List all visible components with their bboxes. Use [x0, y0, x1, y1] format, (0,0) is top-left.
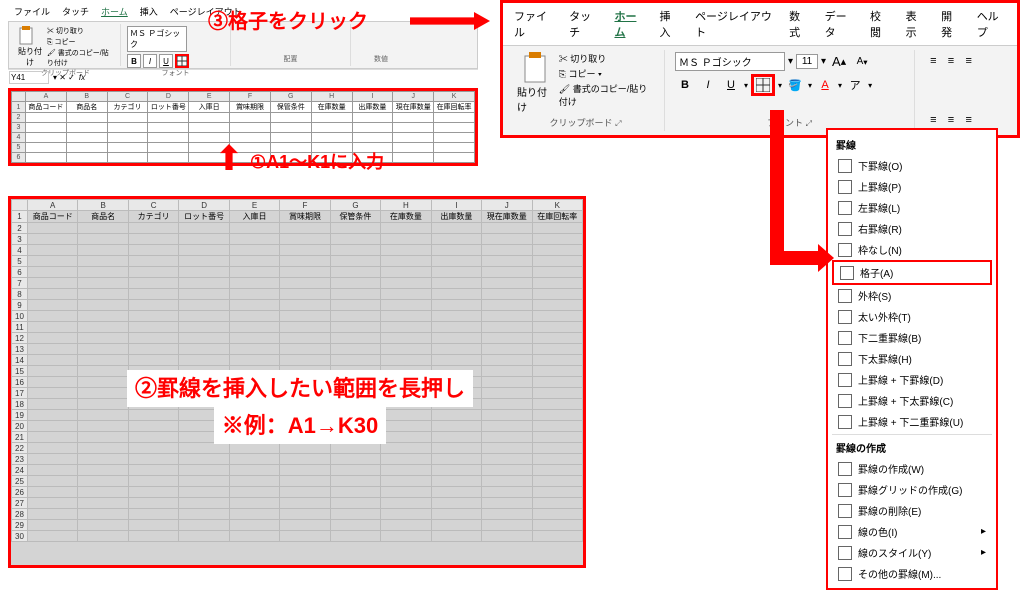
- border-menu-item[interactable]: 下罫線(O): [832, 155, 992, 176]
- name-box[interactable]: Y41: [9, 71, 49, 84]
- border-menu-item[interactable]: 上罫線(P): [832, 176, 992, 197]
- tab-挿入[interactable]: 挿入: [138, 4, 160, 19]
- mini-spreadsheet: ABCDEFGHIJK1商品コード商品名カテゴリロット番号入庫日賞味期限保管条件…: [8, 88, 478, 166]
- alignment-label: 配置: [237, 54, 344, 64]
- clipboard-group-small: 貼り付け ✂ 切り取り ⎘ コピー 🖌 書式のコピー/貼り付け クリップボード: [11, 24, 121, 66]
- border-create-item[interactable]: 罫線の作成(W): [832, 458, 992, 479]
- paste-button[interactable]: 貼り付け: [17, 26, 43, 68]
- borders-button-small[interactable]: [175, 54, 189, 68]
- paste-button-big[interactable]: 貼り付け: [517, 52, 553, 114]
- tab-校閲[interactable]: 校閲: [867, 6, 893, 42]
- annotation-2: ②罫線を挿入したい範囲を長押し ※例：A1→K30: [55, 370, 545, 444]
- decrease-font-button[interactable]: A▾: [852, 53, 872, 71]
- font-size-select[interactable]: 11: [796, 54, 818, 69]
- align-middle-button[interactable]: ≡: [943, 52, 960, 70]
- clipboard-label-big: クリップボード: [550, 118, 613, 128]
- arrow-elbow-icon: [770, 110, 784, 258]
- borders-create-title: 罫線の作成: [832, 437, 992, 458]
- tab-ヘルプ[interactable]: ヘルプ: [974, 6, 1009, 42]
- align-bottom-button[interactable]: ≡: [960, 52, 977, 70]
- tab-ページレイアウト[interactable]: ページレイアウト: [692, 6, 776, 42]
- border-create-item[interactable]: 線のスタイル(Y)▸: [832, 542, 992, 563]
- tab-ファイル[interactable]: ファイル: [511, 6, 556, 42]
- alignment-group: ≡ ≡ ≡ ≡ ≡ ≡: [915, 50, 987, 131]
- font-color-button[interactable]: A: [815, 76, 835, 94]
- tab-挿入[interactable]: 挿入: [657, 6, 683, 42]
- tab-ホーム[interactable]: ホーム: [611, 6, 646, 42]
- big-ribbon-tabs: ファイルタッチホーム挿入ページレイアウト数式データ校閲表示開発ヘルプ: [503, 3, 1017, 45]
- tab-表示[interactable]: 表示: [903, 6, 929, 42]
- font-name-select[interactable]: ＭＳ Ｐゴシック: [127, 26, 187, 52]
- tab-開発[interactable]: 開発: [938, 6, 964, 42]
- tab-ファイル[interactable]: ファイル: [12, 4, 52, 19]
- underline-button[interactable]: U: [159, 54, 173, 68]
- border-menu-item[interactable]: 右罫線(R): [832, 218, 992, 239]
- border-menu-item[interactable]: 下二重罫線(B): [832, 327, 992, 348]
- border-menu-item[interactable]: 上罫線 + 下二重罫線(U): [832, 411, 992, 432]
- align-right-button[interactable]: ≡: [960, 111, 977, 129]
- tab-タッチ[interactable]: タッチ: [566, 6, 601, 42]
- fx-label: fx: [79, 73, 85, 82]
- border-menu-item[interactable]: 上罫線 + 下罫線(D): [832, 369, 992, 390]
- cut-button-big[interactable]: ✂ 切り取り: [559, 52, 654, 65]
- tab-数式[interactable]: 数式: [786, 6, 812, 42]
- border-create-item[interactable]: 罫線の削除(E): [832, 500, 992, 521]
- font-name-select-big[interactable]: ＭＳ Ｐゴシック: [675, 52, 785, 71]
- italic-button-big[interactable]: I: [698, 76, 718, 94]
- underline-button-big[interactable]: U: [721, 76, 741, 94]
- clipboard-group: 貼り付け ✂ 切り取り ⎘ コピー ▾ 🖌 書式のコピー/貼り付け クリップボー…: [507, 50, 665, 131]
- bold-button[interactable]: B: [127, 54, 141, 68]
- border-create-item[interactable]: 罫線グリッドの作成(G): [832, 479, 992, 500]
- align-center-button[interactable]: ≡: [943, 111, 960, 129]
- tab-データ[interactable]: データ: [822, 6, 857, 42]
- border-menu-item[interactable]: 枠なし(N): [832, 239, 992, 260]
- number-label: 数値: [357, 54, 405, 64]
- fill-color-button[interactable]: 🪣: [785, 76, 805, 94]
- tab-ホーム[interactable]: ホーム: [99, 4, 130, 19]
- border-menu-item[interactable]: 下太罫線(H): [832, 348, 992, 369]
- annotation-3: ③格子をクリック: [208, 5, 368, 34]
- border-menu-item[interactable]: 外枠(S): [832, 285, 992, 306]
- big-ribbon: ファイルタッチホーム挿入ページレイアウト数式データ校閲表示開発ヘルプ 貼り付け …: [500, 0, 1020, 138]
- phonetic-button[interactable]: ア: [845, 76, 865, 94]
- format-painter-big[interactable]: 🖌 書式のコピー/貼り付け: [559, 82, 654, 108]
- borders-section-title: 罫線: [832, 134, 992, 155]
- border-menu-item[interactable]: 左罫線(L): [832, 197, 992, 218]
- tab-タッチ[interactable]: タッチ: [60, 4, 91, 19]
- increase-font-button[interactable]: A▴: [829, 53, 849, 71]
- align-top-button[interactable]: ≡: [925, 52, 942, 70]
- font-label: フォント: [127, 68, 224, 78]
- annotation-1: ①A1～K1に入力: [250, 148, 384, 174]
- border-create-item[interactable]: その他の罫線(M)...: [832, 563, 992, 584]
- border-create-item[interactable]: 線の色(I)▸: [832, 521, 992, 542]
- italic-button[interactable]: I: [143, 54, 157, 68]
- borders-button-big[interactable]: [751, 74, 775, 96]
- format-painter-button[interactable]: 🖌 書式のコピー/貼り付け: [47, 48, 114, 68]
- font-group: ＭＳ Ｐゴシック▾ 11▾ A▴ A▾ B I U▾ ▾ 🪣▾ A▾ ア▾: [665, 50, 915, 131]
- copy-button[interactable]: ⎘ コピー: [47, 37, 114, 47]
- bold-button-big[interactable]: B: [675, 76, 695, 94]
- border-menu-item[interactable]: 格子(A): [832, 260, 992, 285]
- align-left-button[interactable]: ≡: [925, 111, 942, 129]
- borders-dropdown-menu: 罫線 下罫線(O)上罫線(P)左罫線(L)右罫線(R)枠なし(N)格子(A)外枠…: [826, 128, 998, 590]
- border-menu-item[interactable]: 上罫線 + 下太罫線(C): [832, 390, 992, 411]
- cut-button[interactable]: ✂ 切り取り: [47, 26, 114, 36]
- copy-button-big[interactable]: ⎘ コピー ▾: [559, 67, 654, 80]
- border-menu-item[interactable]: 太い外枠(T): [832, 306, 992, 327]
